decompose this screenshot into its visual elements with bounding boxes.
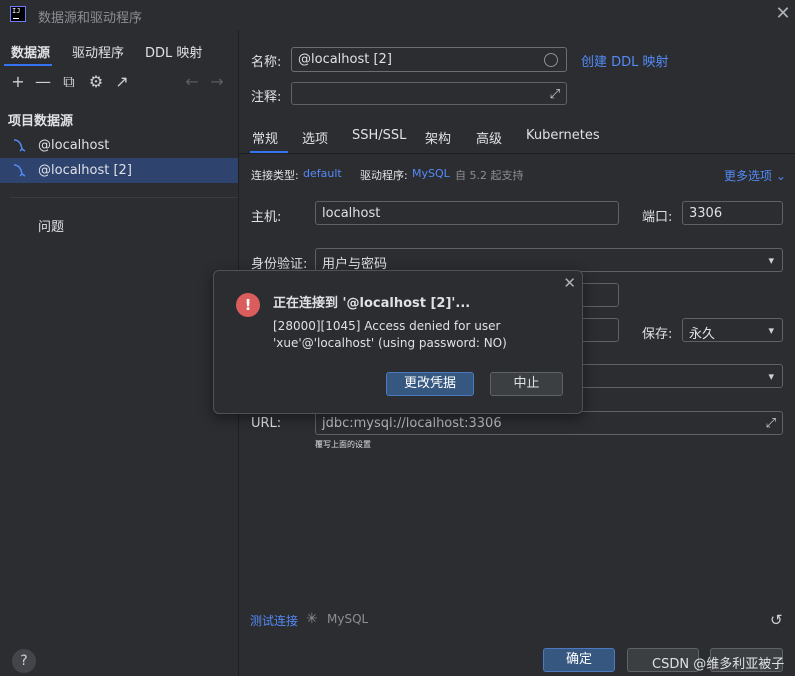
close-icon[interactable]: ✕ (563, 274, 576, 292)
watermark: CSDN @维多利亚被子 (652, 657, 785, 672)
chevron-down-icon: ▾ (768, 254, 774, 267)
tab-ssh-ssl[interactable]: SSH/SSL (352, 128, 406, 143)
more-options-link[interactable]: 更多选项 ⌄ (724, 167, 786, 184)
create-ddl-mapping-link[interactable]: 创建 DDL 映射 (581, 51, 669, 70)
host-label: 主机: (251, 210, 282, 225)
window-title: 数据源和驱动程序 (38, 11, 143, 26)
tab-ddl-mapping[interactable]: DDL 映射 (145, 42, 202, 61)
mysql-dolphin-icon (12, 162, 28, 178)
expand-icon[interactable]: ⤢ (766, 416, 776, 431)
name-label: 名称: (251, 55, 282, 70)
driver-dropdown[interactable]: MySQL (412, 167, 450, 180)
divider (10, 197, 238, 198)
datasource-item-localhost-2[interactable]: @localhost [2] (0, 158, 238, 183)
datasource-label: @localhost (38, 138, 110, 153)
forward-arrow-icon[interactable]: → (207, 72, 227, 92)
datasource-item-localhost[interactable]: @localhost (0, 133, 238, 158)
url-label: URL: (251, 416, 282, 431)
remove-icon[interactable]: — (33, 72, 53, 92)
more-options-label: 更多选项 (724, 169, 773, 183)
loading-spinner-icon: ✳ (306, 611, 318, 627)
name-field[interactable]: @localhost [2] (291, 47, 567, 72)
help-icon[interactable]: ? (12, 649, 36, 673)
tab-general[interactable]: 常规 (252, 128, 278, 147)
port-field[interactable]: 3306 (682, 201, 783, 225)
abort-button[interactable]: 中止 (490, 372, 563, 396)
change-credentials-button[interactable]: 更改凭据 (386, 372, 474, 396)
port-label: 端口: (642, 210, 673, 225)
tab-datasources[interactable]: 数据源 (11, 42, 50, 61)
save-label: 保存: (642, 327, 673, 342)
comment-label: 注释: (251, 90, 282, 105)
connection-type-label: 连接类型: (251, 169, 299, 182)
goto-icon[interactable]: ↗ (112, 72, 132, 92)
connection-type-dropdown[interactable]: default (303, 167, 342, 180)
expand-icon[interactable]: ⤢ (550, 87, 560, 102)
url-value: jdbc:mysql://localhost:3306 (322, 416, 502, 431)
chevron-down-icon: ▾ (768, 324, 774, 337)
driver-note: 自 5.2 起支持 (455, 169, 524, 182)
problems-item[interactable]: 问题 (38, 216, 64, 235)
dialog-title: 正在连接到 '@localhost [2]'... (273, 296, 471, 311)
save-select[interactable]: 永久 ▾ (682, 318, 783, 342)
close-icon[interactable]: ✕ (773, 3, 793, 25)
database-select[interactable]: ▾ (578, 364, 783, 388)
comment-field[interactable]: ⤢ (291, 82, 567, 105)
host-field[interactable]: localhost (315, 201, 619, 225)
tab-options[interactable]: 选项 (302, 128, 328, 147)
tab-drivers[interactable]: 驱动程序 (72, 42, 124, 61)
intellij-logo-icon: IJ (10, 6, 26, 22)
logo-text: IJ (12, 7, 21, 15)
tab-kubernetes[interactable]: Kubernetes (526, 128, 600, 143)
save-value: 永久 (689, 327, 716, 342)
name-value: @localhost [2] (298, 52, 392, 67)
divider (239, 153, 795, 154)
chevron-down-icon: ⌄ (775, 169, 786, 183)
undo-icon[interactable]: ↺ (770, 611, 783, 629)
url-field[interactable]: jdbc:mysql://localhost:3306 ⤢ (315, 411, 783, 435)
connection-error-dialog: ! 正在连接到 '@localhost [2]'... ✕ [28000][10… (213, 270, 583, 414)
project-datasources-heading: 项目数据源 (8, 114, 74, 129)
mysql-dolphin-icon (12, 137, 28, 153)
auth-select[interactable]: 用户与密码 ▾ (315, 248, 783, 272)
user-field[interactable] (578, 283, 619, 307)
driver-label: 驱动程序: (360, 169, 408, 182)
datasource-label: @localhost [2] (38, 163, 132, 178)
active-tab-indicator (4, 64, 52, 66)
test-connection-link[interactable]: 测试连接 (250, 612, 298, 629)
password-field[interactable] (578, 318, 619, 342)
tab-advanced[interactable]: 高级 (476, 128, 502, 147)
test-driver-label: MySQL (327, 612, 369, 626)
back-arrow-icon[interactable]: ← (182, 72, 202, 92)
settings-icon[interactable]: ⚙ (86, 72, 106, 92)
chevron-down-icon: ▾ (768, 370, 774, 383)
copy-icon[interactable]: ⧉ (59, 72, 79, 92)
tab-schemas[interactable]: 架构 (425, 128, 451, 147)
dialog-message: [28000][1045] Access denied for user 'xu… (273, 319, 507, 350)
url-hint: 覆写上面的设置 (315, 440, 371, 449)
clear-icon[interactable] (544, 53, 558, 67)
error-icon: ! (236, 293, 260, 317)
ok-button[interactable]: 确定 (543, 648, 615, 672)
add-icon[interactable]: + (8, 72, 28, 92)
